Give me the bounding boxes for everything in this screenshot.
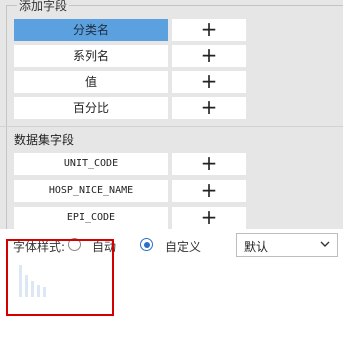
dataset-field-hosp-nice-name[interactable]: HOSP_NICE_NAME: [14, 180, 168, 202]
dataset-field-unit-code[interactable]: UNIT_CODE: [14, 153, 168, 175]
font-select-value: 默认: [244, 240, 269, 254]
dataset-fields-title: 数据集字段: [14, 133, 75, 147]
chart-preview-icon: [19, 265, 46, 297]
font-select-dropdown[interactable]: 默认: [236, 233, 338, 257]
chevron-down-icon: [320, 241, 330, 247]
add-series-button[interactable]: +: [172, 45, 246, 67]
add-value-button[interactable]: +: [172, 71, 246, 93]
field-panel: 添加字段 分类名 + 系列名 + 值 + 百分比 + 数据集字段 UNIT_CO…: [0, 0, 343, 229]
add-percent-button[interactable]: +: [172, 97, 246, 119]
field-name-value[interactable]: 值: [14, 71, 168, 93]
section-divider: [0, 126, 343, 127]
radio-custom-label[interactable]: 自定义: [165, 238, 201, 255]
add-unit-code-button[interactable]: +: [172, 153, 246, 175]
radio-custom[interactable]: [140, 238, 153, 251]
add-hosp-nice-name-button[interactable]: +: [172, 180, 246, 202]
add-epi-code-button[interactable]: +: [172, 207, 246, 229]
add-field-legend: 添加字段: [17, 0, 70, 14]
field-name-category[interactable]: 分类名: [14, 19, 168, 41]
field-name-percent[interactable]: 百分比: [14, 97, 168, 119]
add-category-button[interactable]: +: [172, 19, 246, 41]
field-name-series[interactable]: 系列名: [14, 45, 168, 67]
highlight-box: [6, 239, 114, 316]
dataset-field-epi-code[interactable]: EPI_CODE: [14, 207, 168, 229]
